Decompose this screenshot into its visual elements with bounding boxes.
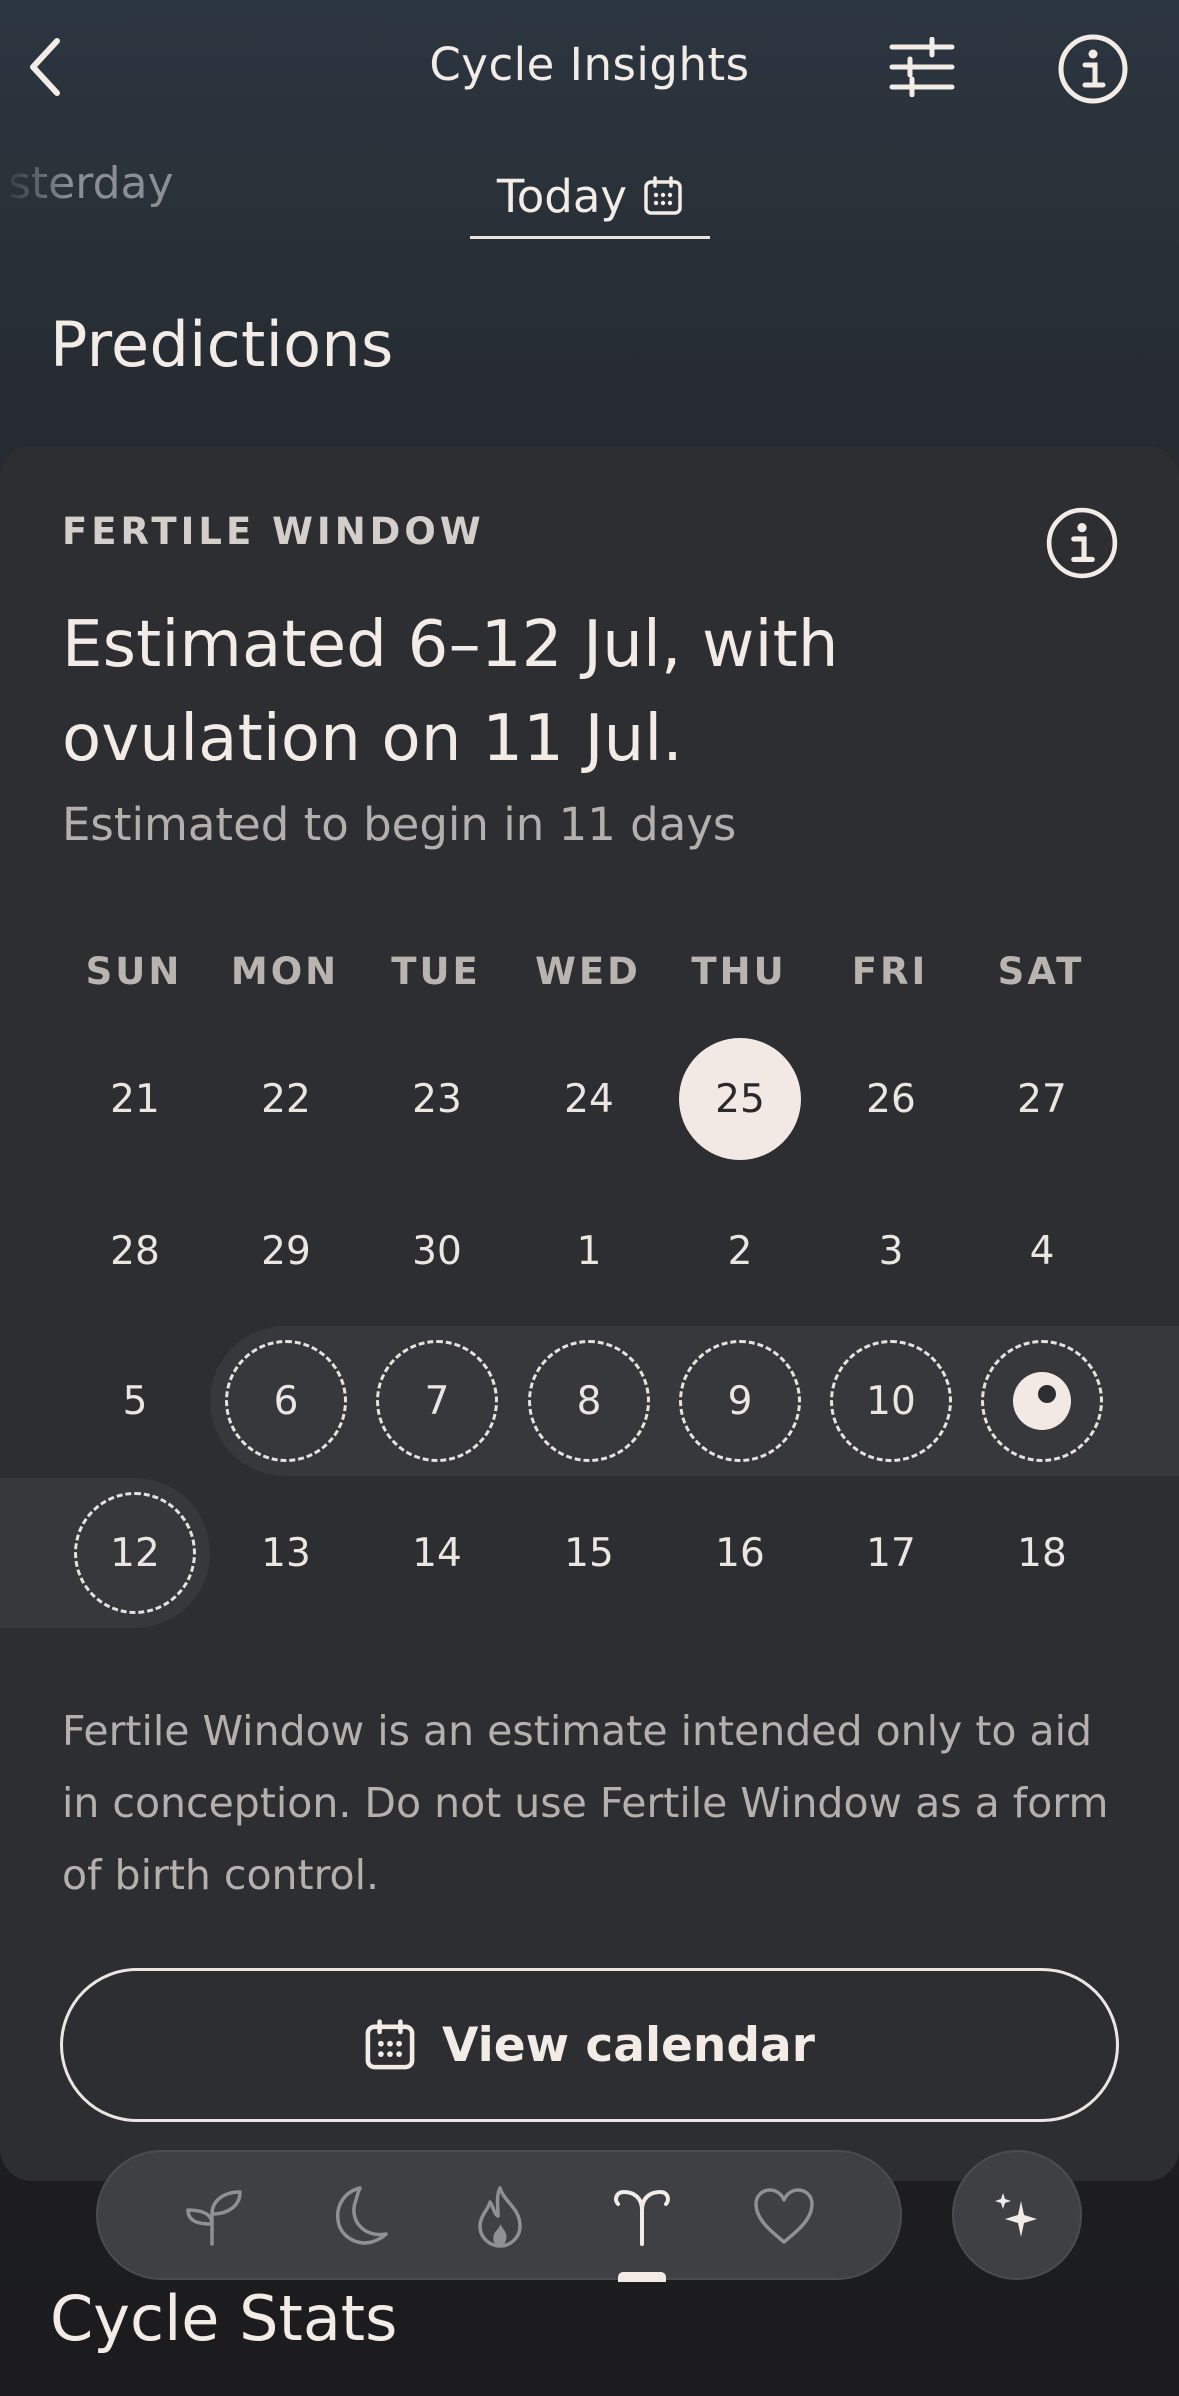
ovulation-icon	[1013, 1372, 1071, 1430]
calendar-day[interactable]: 30	[376, 1190, 498, 1312]
ovary-icon	[614, 2189, 670, 2246]
sparkles-icon	[995, 2193, 1037, 2237]
tab-yesterday[interactable]: sterday	[0, 158, 200, 209]
weekday-thu: THU	[691, 950, 787, 993]
view-calendar-button[interactable]: View calendar	[60, 1968, 1119, 2122]
tab-today[interactable]: Today	[470, 152, 710, 240]
calendar-day[interactable]: 22	[225, 1038, 347, 1160]
calendar-day[interactable]: 28	[74, 1190, 196, 1312]
sliders-icon	[889, 37, 955, 97]
calendar-day-today[interactable]: 25	[679, 1038, 801, 1160]
info-icon	[1046, 507, 1118, 579]
tab-today-label: Today	[496, 169, 628, 223]
calendar-day[interactable]: 1	[528, 1190, 650, 1312]
calendar-day[interactable]: 17	[830, 1492, 952, 1614]
calendar-icon	[644, 176, 682, 215]
tab-yesterday-label: sterday	[8, 158, 174, 209]
weekday-fri: FRI	[851, 950, 929, 993]
moon-icon	[335, 2186, 388, 2245]
calendar-day-fertile[interactable]: 9	[679, 1340, 801, 1462]
card-subtext: Estimated to begin in 11 days	[62, 798, 737, 851]
calendar-day[interactable]: 23	[376, 1038, 498, 1160]
flame-icon	[478, 2186, 522, 2248]
sprout-icon	[186, 2190, 242, 2246]
weekday-mon: MON	[230, 950, 340, 993]
calendar-day-ovulation[interactable]	[981, 1340, 1103, 1462]
nav-item-cycle[interactable]	[592, 2168, 692, 2264]
calendar-day-fertile[interactable]: 7	[376, 1340, 498, 1462]
calendar-day[interactable]: 4	[981, 1190, 1103, 1312]
nav-item-activity[interactable]	[450, 2168, 550, 2264]
calendar-day-fertile[interactable]: 10	[830, 1340, 952, 1462]
calendar-day[interactable]: 21	[74, 1038, 196, 1160]
nav-item-sleep[interactable]	[308, 2168, 408, 2264]
calendar-day[interactable]: 26	[830, 1038, 952, 1160]
calendar-day[interactable]: 18	[981, 1492, 1103, 1614]
calendar-day[interactable]: 27	[981, 1038, 1103, 1160]
calendar-day[interactable]: 3	[830, 1190, 952, 1312]
info-button[interactable]	[1056, 32, 1130, 106]
info-icon	[1058, 34, 1128, 104]
calendar-day-fertile[interactable]: 8	[528, 1340, 650, 1462]
calendar-day[interactable]: 24	[528, 1038, 650, 1160]
calendar-day[interactable]: 29	[225, 1190, 347, 1312]
calendar-day[interactable]: 5	[74, 1340, 196, 1462]
card-label: FERTILE WINDOW	[62, 510, 485, 553]
calendar-day[interactable]: 14	[376, 1492, 498, 1614]
weekday-sat: SAT	[997, 950, 1085, 993]
calendar-day-fertile[interactable]: 6	[225, 1340, 347, 1462]
card-info-button[interactable]	[1044, 505, 1120, 581]
ai-assistant-button[interactable]	[952, 2150, 1082, 2280]
calendar-day[interactable]: 13	[225, 1492, 347, 1614]
nav-item-sprout[interactable]	[164, 2168, 264, 2264]
calendar-day[interactable]: 2	[679, 1190, 801, 1312]
card-headline: Estimated 6–12 Jul, with ovulation on 11…	[62, 608, 839, 776]
weekday-wed: WED	[535, 950, 641, 993]
page-title: Cycle Insights	[429, 38, 750, 91]
heart-icon	[754, 2188, 814, 2244]
tab-selected-indicator	[470, 236, 710, 239]
weekday-sun: SUN	[85, 950, 183, 993]
calendar-day-fertile[interactable]: 12	[74, 1492, 196, 1614]
nav-active-indicator	[618, 2272, 666, 2282]
calendar-icon	[365, 2019, 415, 2070]
predictions-title: Predictions	[50, 308, 394, 381]
fertile-window-disclaimer: Fertile Window is an estimate intended o…	[62, 1707, 1109, 1899]
filter-button[interactable]	[884, 34, 960, 100]
weekday-tue: TUE	[391, 950, 481, 993]
nav-item-health[interactable]	[734, 2168, 834, 2264]
view-calendar-label: View calendar	[442, 2017, 815, 2073]
calendar-day[interactable]: 15	[528, 1492, 650, 1614]
cycle-stats-title: Cycle Stats	[50, 2282, 398, 2355]
calendar-day[interactable]: 16	[679, 1492, 801, 1614]
